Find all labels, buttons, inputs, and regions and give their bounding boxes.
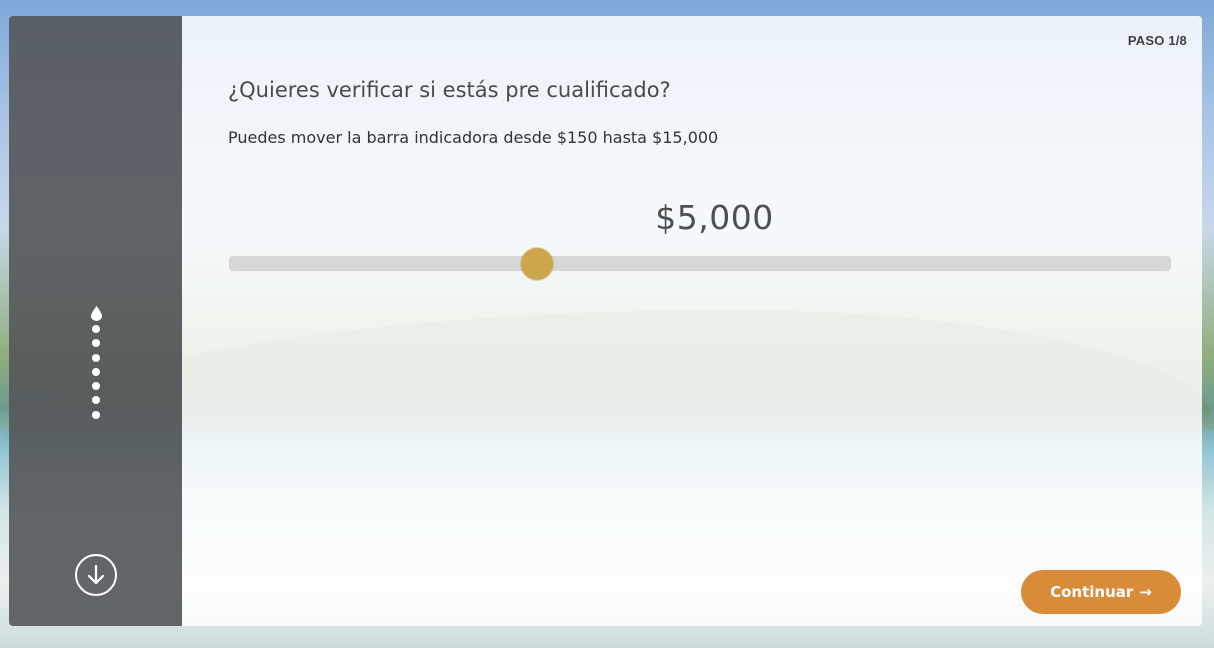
scroll-down-button[interactable] [75,554,117,596]
progress-dot [92,367,100,376]
slider-value-display: $5,000 [655,198,774,237]
progress-dot [92,382,100,391]
amount-slider-track[interactable] [229,256,1171,271]
arrow-right-icon: → [1139,583,1152,601]
slider-hint: Puedes mover la barra indicadora desde $… [228,128,719,147]
progress-dot [92,396,100,405]
progress-dot [92,410,100,419]
form-main-panel: PASO 1/8 ¿Quieres verificar si estás pre… [182,16,1202,626]
water-drop-icon [90,306,102,321]
step-counter: PASO 1/8 [1127,33,1187,48]
amount-slider-thumb[interactable] [520,248,553,280]
step-progress-indicator [90,306,102,425]
progress-dot [92,353,100,362]
progress-dot [92,339,100,348]
question-title: ¿Quieres verificar si estás pre cualific… [228,78,671,102]
progress-dot [92,325,100,333]
form-card: PASO 1/8 ¿Quieres verificar si estás pre… [9,16,1202,626]
arrow-down-circle-icon [87,564,105,585]
continue-button-label: Continuar [1050,583,1134,601]
continue-button[interactable]: Continuar → [1021,570,1181,614]
sidebar [9,16,182,626]
